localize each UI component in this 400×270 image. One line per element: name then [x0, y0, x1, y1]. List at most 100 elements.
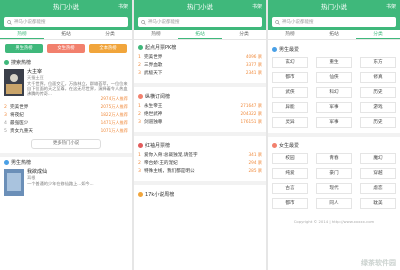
section-header-search-hot: 搜索热榜 — [0, 57, 132, 68]
rank-count: 341 票 — [248, 152, 262, 157]
category-tag[interactable]: 武侠 — [272, 87, 308, 98]
phone-screen-category: 热门小说 书架 神马小说都能搜 热榜 拓站 分类 男生最爱 玄幻 重生 东方 都市仙… — [268, 0, 400, 270]
rank-item[interactable]: 3 特殊主线，我们都是明公 285 票 — [134, 167, 266, 175]
search-icon — [141, 19, 146, 25]
tab-hot[interactable]: 热榜 — [0, 30, 44, 39]
rank-title: 完美世界 — [10, 105, 29, 110]
tab-hot[interactable]: 热榜 — [268, 30, 312, 39]
category-tag[interactable]: 玄幻 — [272, 57, 308, 68]
category-tag[interactable]: 游戏 — [360, 102, 396, 113]
category-tag[interactable]: 青春 — [316, 153, 352, 164]
divider — [134, 181, 266, 185]
rank-title: 贵女九重天 — [10, 129, 33, 134]
tab-bar: 热榜 拓站 分类 — [268, 30, 400, 40]
category-tag[interactable]: 东方 — [360, 57, 396, 68]
rank-item[interactable]: 2 绝世武神 204322 票 — [134, 110, 266, 118]
rank-title: 武极天下 — [144, 71, 163, 76]
category-tag[interactable]: 都市 — [272, 198, 308, 209]
search-placeholder: 神马小说都能搜 — [148, 20, 180, 25]
female-hot-button[interactable]: 女生热榜 — [47, 44, 85, 53]
full-hot-button[interactable]: 全本热榜 — [89, 44, 127, 53]
bookshelf-link[interactable]: 书架 — [386, 0, 396, 15]
section-title: 纵横订阅榜 — [145, 94, 171, 100]
category-tag[interactable]: 虐恋 — [360, 183, 396, 194]
search-input[interactable]: 神马小说都能搜 — [138, 17, 262, 27]
top-bar: 热门小说 书架 — [268, 0, 400, 15]
category-tag[interactable]: 历史 — [360, 87, 396, 98]
category-tag[interactable]: 科幻 — [316, 87, 352, 98]
search-input[interactable]: 神马小说都能搜 — [272, 17, 396, 27]
rank-item[interactable]: 5 贵女九重天 1071万人推荐 — [0, 127, 132, 135]
rank-count: 1071万人推荐 — [100, 128, 128, 133]
category-tag[interactable]: 豪门 — [316, 168, 352, 179]
rank-item[interactable]: 1 完美世界 4096 票 — [134, 53, 266, 61]
book-description: 一个普通的少年在修仙路上...如今... — [27, 181, 94, 186]
search-icon — [275, 19, 280, 25]
top-bar: 热门小说 书架 — [134, 0, 266, 15]
tab-category[interactable]: 分类 — [88, 30, 132, 39]
list-icon — [138, 45, 143, 50]
section-title: 女生最爱 — [279, 143, 300, 149]
tab-expand[interactable]: 拓站 — [44, 30, 88, 39]
bookshelf-link[interactable]: 书架 — [118, 0, 128, 15]
rank-count: 294 票 — [248, 160, 262, 165]
category-tag[interactable]: 古言 — [272, 183, 308, 194]
category-tag[interactable]: 同人 — [316, 198, 352, 209]
tab-bar: 热榜 拓站 分类 — [134, 30, 266, 40]
category-tag[interactable]: 耽美 — [360, 198, 396, 209]
category-tag[interactable]: 历史 — [360, 117, 396, 128]
category-tag[interactable]: 魔幻 — [360, 153, 396, 164]
category-tag[interactable]: 现代 — [316, 183, 352, 194]
rank-item[interactable]: 1 爱你入骨:总裁独宠,请签字 341 票 — [134, 151, 266, 159]
category-tag[interactable]: 军事 — [316, 102, 352, 113]
tab-expand[interactable]: 拓站 — [312, 30, 356, 39]
book-cover-image — [4, 169, 24, 196]
category-tag[interactable]: 穿越 — [360, 168, 396, 179]
list-icon — [4, 160, 9, 165]
rank-count: 204322 票 — [240, 111, 262, 116]
more-hot-novels-button[interactable]: 更多热门小说 — [31, 139, 101, 149]
rank-title: 完美世界 — [144, 55, 163, 60]
tab-expand[interactable]: 拓站 — [178, 30, 222, 39]
category-tag[interactable]: 校园 — [272, 153, 308, 164]
category-tag[interactable]: 重生 — [316, 57, 352, 68]
top-bar: 热门小说 书架 — [0, 0, 132, 15]
section-header-male-hot: 男生热榜 — [0, 157, 132, 168]
section-title: 起点月票PK榜 — [145, 45, 177, 51]
list-icon — [4, 60, 9, 65]
section-header: 起点月票PK榜 — [134, 42, 266, 53]
divider — [268, 133, 400, 137]
tab-hot[interactable]: 热榜 — [134, 30, 178, 39]
category-tag[interactable]: 军事 — [316, 117, 352, 128]
rank-item[interactable]: 2 三界血歌 3377 票 — [134, 61, 266, 69]
featured-book[interactable]: 大主宰 天蚕土豆 大千世界，位面交汇，万族林立，群雄荟萃，一位位来自下位面的天之… — [0, 68, 132, 103]
featured-book[interactable]: 我欲成仙 耳根 一个普通的少年在修仙路上...如今... — [0, 168, 132, 197]
search-placeholder: 神马小说都能搜 — [14, 20, 46, 25]
tab-category[interactable]: 分类 — [222, 30, 266, 39]
female-icon — [272, 143, 277, 148]
search-icon — [7, 19, 12, 25]
rank-item[interactable]: 1 永生帝王 271647 票 — [134, 102, 266, 110]
category-tag[interactable]: 异能 — [272, 102, 308, 113]
category-tag[interactable]: 仙侠 — [316, 72, 352, 83]
tab-category[interactable]: 分类 — [356, 30, 400, 39]
rank-item[interactable]: 3 武极天下 2341 票 — [134, 69, 266, 77]
rank-title: 最强医少 — [10, 121, 29, 126]
category-tag[interactable]: 纯爱 — [272, 168, 308, 179]
rank-item[interactable]: 3 将夜纪 1822万人推荐 — [0, 111, 132, 119]
male-category-grid: 玄幻 重生 东方 都市 仙侠 修真 武侠 科幻 历史 异能 军事 游戏 灵异 军事 历史 — [268, 55, 400, 130]
bookshelf-link[interactable]: 书架 — [252, 0, 262, 15]
rank-count: 1822万人推荐 — [100, 112, 128, 117]
search-input[interactable]: 神马小说都能搜 — [4, 17, 128, 27]
rank-item[interactable]: 3 剑道独尊 176151 票 — [134, 118, 266, 126]
rank-item[interactable]: 2 完美世界 2075万人推荐 — [0, 103, 132, 111]
search-placeholder: 神马小说都能搜 — [282, 20, 314, 25]
rank-item[interactable]: 4 最强医少 1471万人推荐 — [0, 119, 132, 127]
flame-icon — [138, 143, 143, 148]
category-tag[interactable]: 修真 — [360, 72, 396, 83]
rank-count: 2341 票 — [245, 70, 262, 75]
male-hot-button[interactable]: 男生热榜 — [5, 44, 43, 53]
rank-item[interactable]: 2 帝台娇:王的宠妃 294 票 — [134, 159, 266, 167]
category-tag[interactable]: 灵异 — [272, 117, 308, 128]
category-tag[interactable]: 都市 — [272, 72, 308, 83]
